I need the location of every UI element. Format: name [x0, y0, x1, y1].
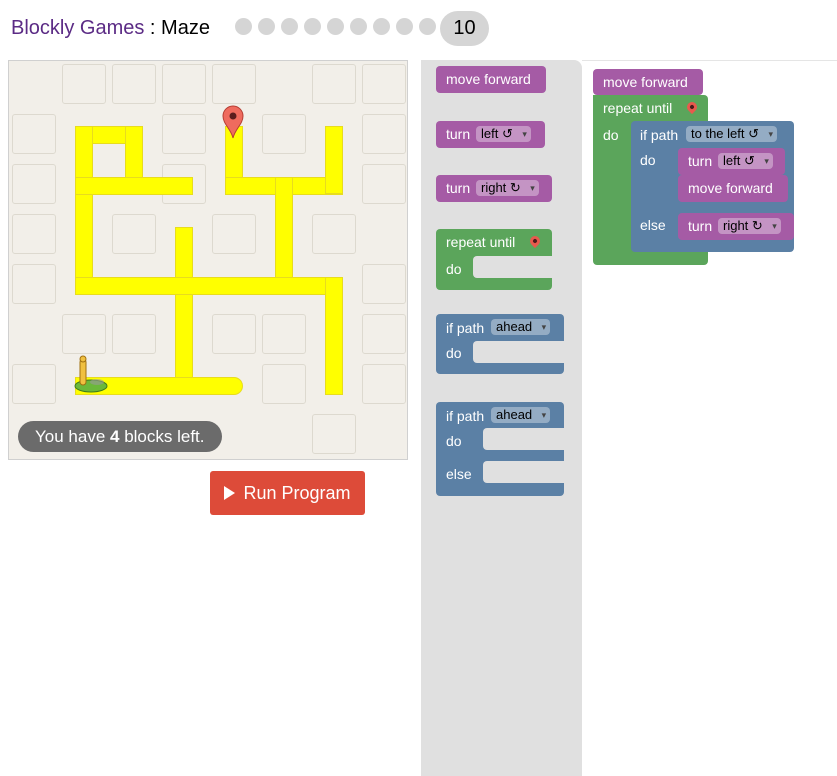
workspace-border [582, 60, 837, 61]
maze-board: You have 4 blocks left. [8, 60, 408, 460]
goal-marker-icon [527, 233, 543, 249]
do-slot[interactable] [483, 428, 564, 450]
wall-tile [112, 314, 156, 354]
wall-tile [362, 264, 406, 304]
wall-tile [262, 314, 306, 354]
app-title: Blockly Games : Maze [11, 17, 210, 40]
level-selector [235, 18, 436, 35]
direction-dropdown[interactable]: left ↺ [718, 153, 773, 169]
wall-tile [112, 64, 156, 104]
path-segment [75, 177, 193, 195]
level-dot-9[interactable] [419, 18, 436, 35]
wall-tile [212, 64, 256, 104]
toolbox-repeat-until-block[interactable]: repeat until do [436, 229, 552, 290]
goal-marker-icon [222, 105, 244, 139]
level-dot-5[interactable] [327, 18, 344, 35]
wall-tile [312, 214, 356, 254]
path-segment [325, 126, 343, 194]
level-dot-8[interactable] [396, 18, 413, 35]
level-dot-3[interactable] [281, 18, 298, 35]
workspace-move-forward-block[interactable]: move forward [593, 69, 703, 95]
path-segment [175, 227, 193, 395]
wall-tile [212, 314, 256, 354]
wall-tile [262, 364, 306, 404]
workspace-turn-left-block[interactable]: turn left ↺ [678, 148, 785, 175]
level-dot-4[interactable] [304, 18, 321, 35]
path-direction-dropdown[interactable]: ahead [491, 319, 551, 335]
brand-link[interactable]: Blockly Games [11, 17, 144, 39]
wall-tile [362, 64, 406, 104]
wall-tile [312, 414, 356, 454]
direction-dropdown[interactable]: right ↻ [718, 218, 781, 234]
do-slot[interactable] [473, 341, 564, 363]
wall-tile [362, 314, 406, 354]
title-separator: : [144, 17, 162, 39]
wall-tile [262, 114, 306, 154]
wall-tile [162, 64, 206, 104]
do-slot[interactable] [473, 256, 552, 278]
workspace-turn-right-block[interactable]: turn right ↻ [678, 213, 794, 240]
wall-tile [12, 114, 56, 154]
toolbox-if-else-block[interactable]: if path ahead do else [436, 402, 564, 496]
toolbox-turn-right-block[interactable]: turn right ↻ [436, 175, 552, 202]
level-dot-1[interactable] [235, 18, 252, 35]
blocks-left-message: You have 4 blocks left. [18, 421, 222, 452]
else-slot[interactable] [483, 461, 564, 483]
wall-tile [162, 114, 206, 154]
direction-dropdown[interactable]: right ↻ [476, 180, 539, 196]
wall-tile [12, 164, 56, 204]
toolbox-if-path-block[interactable]: if path ahead do [436, 314, 564, 374]
level-dot-2[interactable] [258, 18, 275, 35]
path-segment [325, 277, 343, 395]
wall-tile [362, 114, 406, 154]
path-direction-dropdown[interactable]: ahead [491, 407, 551, 423]
toolbox-turn-left-block[interactable]: turn left ↺ [436, 121, 545, 148]
level-dot-7[interactable] [373, 18, 390, 35]
wall-tile [312, 64, 356, 104]
game-name: Maze [161, 17, 210, 39]
path-segment [75, 126, 93, 294]
path-segment [75, 277, 343, 295]
run-program-button[interactable]: Run Program [210, 471, 365, 515]
current-level[interactable]: 10 [440, 11, 489, 46]
wall-tile [212, 214, 256, 254]
wall-tile [12, 264, 56, 304]
level-dot-6[interactable] [350, 18, 367, 35]
player-icon [74, 355, 108, 393]
goal-marker-icon [684, 99, 700, 115]
path-direction-dropdown[interactable]: to the left ↺ [686, 126, 777, 142]
wall-tile [62, 314, 106, 354]
workspace-move-forward-inner-block[interactable]: move forward [678, 175, 788, 202]
wall-tile [362, 364, 406, 404]
wall-tile [62, 64, 106, 104]
wall-tile [112, 214, 156, 254]
wall-tile [362, 164, 406, 204]
toolbox-move-forward-block[interactable]: move forward [436, 66, 546, 93]
play-icon [224, 486, 236, 500]
direction-dropdown[interactable]: left ↺ [476, 126, 531, 142]
wall-tile [12, 364, 56, 404]
wall-tile [12, 214, 56, 254]
